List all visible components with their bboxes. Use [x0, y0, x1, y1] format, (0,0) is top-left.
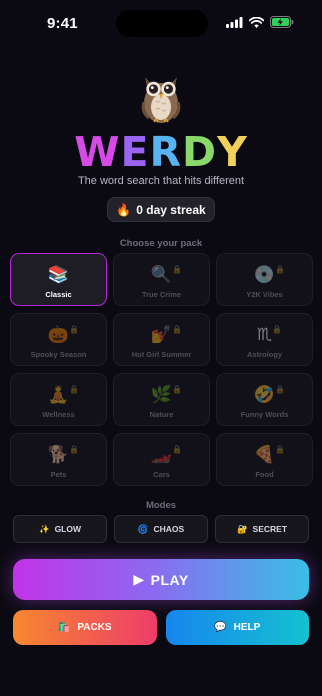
pack-cars[interactable]: 🏎️ 🔒 Cars — [113, 433, 210, 486]
lock-icon: 🔒 — [275, 385, 286, 394]
wifi-icon — [249, 16, 264, 28]
status-bar: 9:41 — [0, 0, 322, 46]
lock-icon: 🔒 — [172, 325, 183, 334]
mode-glow-button[interactable]: ✨ GLOW — [13, 515, 107, 543]
lock-icon: 🔒 — [275, 265, 286, 274]
mode-secret-button[interactable]: 🔐 SECRET — [215, 515, 309, 543]
cyclone-icon: 🌀 — [137, 523, 149, 534]
tagline: The word search that hits different — [77, 175, 245, 187]
pack-true-crime[interactable]: 🔍 🔒 True Crime — [113, 253, 210, 306]
pack-funny-words[interactable]: 🤣 🔒 Funny Words — [216, 373, 313, 426]
lock-icon: 🔒 — [69, 445, 80, 454]
mode-label: CHAOS — [153, 524, 185, 534]
app-title: WERDY — [0, 128, 322, 176]
lock-icon: 🔒 — [69, 385, 80, 394]
books-icon: 📚 — [47, 265, 70, 284]
signal-icon — [226, 16, 243, 28]
lock-icon: 🔒 — [275, 445, 286, 454]
lock-icon: 🔒 — [69, 325, 80, 334]
herb-icon: 🌿 🔒 — [151, 385, 182, 404]
modes-row: ✨ GLOW 🌀 CHAOS 🔐 SECRET — [13, 515, 309, 543]
play-icon: ▶ — [133, 571, 145, 587]
pack-wellness[interactable]: 🧘 🔒 Wellness — [10, 373, 107, 426]
magnifier-icon: 🔍 🔒 — [151, 265, 182, 284]
play-label: PLAY — [150, 571, 189, 588]
play-button[interactable]: ▶ PLAY — [13, 559, 309, 600]
mode-chaos-button[interactable]: 🌀 CHAOS — [114, 515, 208, 543]
pack-label: Y2K Vibes — [246, 290, 283, 299]
help-button[interactable]: 💬 HELP — [165, 610, 309, 645]
dog-icon: 🐕 🔒 — [48, 445, 79, 464]
title-letter: Y — [217, 128, 248, 176]
title-letter: R — [149, 128, 183, 176]
pack-astrology[interactable]: ♏ 🔒 Astrology — [216, 313, 313, 366]
battery-icon — [270, 16, 294, 28]
pack-label: Astrology — [246, 350, 282, 359]
title-letter: E — [120, 128, 150, 176]
pack-label: Food — [255, 470, 274, 479]
pack-nature[interactable]: 🌿 🔒 Nature — [113, 373, 210, 426]
pack-label: Wellness — [42, 410, 75, 419]
pack-label: Spooky Season — [30, 350, 87, 359]
secondary-actions: 🛍️ PACKS 💬 HELP — [13, 610, 309, 645]
lock-icon: 🔒 — [172, 265, 183, 274]
sparkles-icon: ✨ — [38, 523, 50, 534]
dynamic-island — [116, 10, 208, 37]
pack-spooky-season[interactable]: 🎃 🔒 Spooky Season — [10, 313, 107, 366]
status-icons — [226, 16, 294, 28]
modes-heading: Modes — [145, 500, 177, 511]
packs-button[interactable]: 🛍️ PACKS — [13, 610, 157, 645]
pack-label: Hot Girl Summer — [131, 350, 192, 359]
laughing-face-icon: 🤣 🔒 — [254, 385, 285, 404]
lock-icon: 🔒 — [172, 385, 183, 394]
streak-label: 0 day streak — [136, 202, 206, 217]
pack-label: Nature — [149, 410, 174, 419]
shopping-bags-icon: 🛍️ — [57, 622, 71, 633]
pack-label: Cars — [153, 470, 170, 479]
lock-icon: 🔒 — [272, 325, 283, 334]
pack-label: True Crime — [141, 290, 182, 299]
mode-label: SECRET — [252, 524, 288, 534]
mode-label: GLOW — [54, 524, 82, 534]
pack-food[interactable]: 🍕 🔒 Food — [216, 433, 313, 486]
disc-icon: 💿 🔒 — [254, 265, 285, 284]
title-letter: W — [74, 128, 121, 176]
packs-heading: Choose your pack — [119, 238, 203, 249]
packs-label: PACKS — [77, 622, 112, 633]
lock-icon: 🔒 — [172, 445, 183, 454]
pizza-icon: 🍕 🔒 — [254, 445, 285, 464]
race-car-icon: 🏎️ 🔒 — [151, 445, 182, 464]
pack-label: Classic — [45, 290, 72, 299]
pack-label: Funny Words — [240, 410, 289, 419]
fire-icon: 🔥 — [116, 202, 132, 217]
pack-grid: 📚 Classic 🔍 🔒 True Crime 💿 🔒 Y2K Vibes 🎃 🔒 … — [10, 253, 313, 486]
pack-classic[interactable]: 📚 Classic — [10, 253, 107, 306]
pack-y2k-vibes[interactable]: 💿 🔒 Y2K Vibes — [216, 253, 313, 306]
status-time: 9:41 — [47, 15, 78, 32]
help-label: HELP — [233, 622, 261, 633]
title-letter: D — [182, 128, 218, 176]
pack-label: Pets — [50, 470, 67, 479]
lock-key-icon: 🔐 — [236, 523, 248, 534]
owl-logo-icon — [141, 77, 181, 123]
nail-polish-icon: 💅 🔒 — [151, 325, 182, 344]
pack-hot-girl-summer[interactable]: 💅 🔒 Hot Girl Summer — [113, 313, 210, 366]
pack-pets[interactable]: 🐕 🔒 Pets — [10, 433, 107, 486]
speech-bubble-icon: 💬 — [214, 622, 227, 633]
scorpio-icon: ♏ 🔒 — [257, 325, 282, 344]
streak-badge[interactable]: 🔥 0 day streak — [107, 197, 215, 222]
pumpkin-icon: 🎃 🔒 — [48, 325, 79, 344]
meditation-icon: 🧘 🔒 — [48, 385, 79, 404]
